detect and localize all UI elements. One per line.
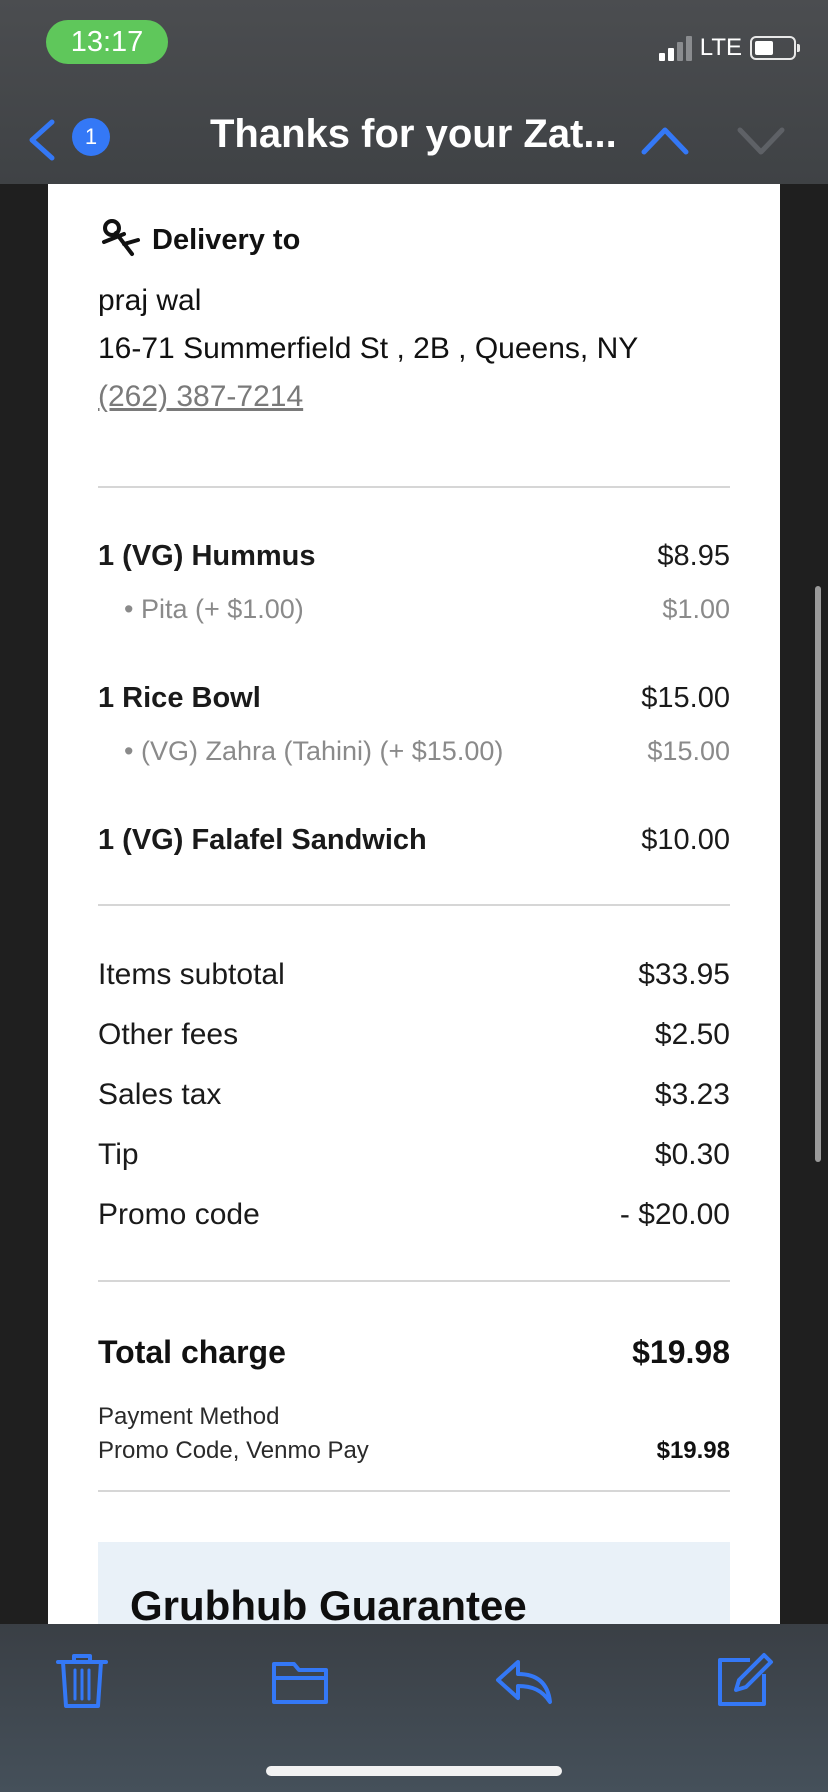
unread-badge: 1 [72,118,110,156]
order-item: 1 (VG) Hummus $8.95 [98,540,730,573]
fee-value: $2.50 [654,1018,730,1051]
divider [98,486,730,488]
total-label: Total charge [98,1334,286,1370]
delivery-pin-icon [102,219,140,256]
next-message-chevron-down-icon[interactable] [736,122,786,158]
divider [98,1490,730,1492]
total-row: Total charge $19.98 [98,1334,730,1371]
grubhub-guarantee-banner: Grubhub Guarantee [98,1542,730,1624]
fee-label: Promo code [98,1198,260,1231]
status-time: 13:17 [46,20,168,64]
signal-icon [658,35,692,61]
item-name: 1 Rice Bowl [98,682,261,714]
divider [98,1280,730,1282]
home-indicator[interactable] [266,1766,562,1776]
item-price: $10.00 [641,824,730,856]
item-price: $8.95 [657,540,730,572]
payment-method-label: Payment Method [98,1403,280,1430]
divider [98,904,730,906]
fee-label: Sales tax [98,1078,222,1111]
fee-row: Promo code - $20.00 [98,1198,730,1232]
payment-row: Promo Code, Venmo Pay $19.98 [98,1434,730,1468]
total-value: $19.98 [632,1334,730,1370]
delivery-heading-text: Delivery to [152,223,301,256]
item-modifier: • Pita (+ $1.00) $1.00 [98,594,730,625]
fee-value: - $20.00 [619,1198,730,1231]
battery-icon [750,36,800,60]
fee-value: $33.95 [638,958,730,991]
recipient-name: praj wal [98,284,202,317]
order-item: 1 Rice Bowl $15.00 [98,682,730,715]
payment-amount: $19.98 [656,1437,730,1464]
guarantee-title: Grubhub Guarantee [130,1582,527,1624]
network-label: LTE [699,34,742,61]
email-body: Delivery to praj wal 16-71 Summerfield S… [48,184,780,1624]
folder-icon[interactable] [268,1650,332,1710]
scrollbar[interactable] [815,586,821,1162]
delivery-heading: Delivery to [98,218,730,262]
modifier-name: • Pita (+ $1.00) [124,594,304,624]
email-subject-title: Thanks for your Zat... [210,112,617,156]
delivery-address: 16-71 Summerfield St , 2B , Queens, NY [98,332,639,365]
modifier-name: • (VG) Zahra (Tahini) (+ $15.00) [124,736,504,766]
payment-methods: Promo Code, Venmo Pay [98,1437,369,1464]
modifier-price: $1.00 [662,594,730,624]
item-modifier: • (VG) Zahra (Tahini) (+ $15.00) $15.00 [98,736,730,767]
item-price: $15.00 [641,682,730,714]
phone-link[interactable]: (262) 387-7214 [98,380,730,414]
modifier-price: $15.00 [647,736,730,766]
fee-label: Other fees [98,1018,239,1051]
fee-value: $3.23 [654,1078,730,1111]
fee-value: $0.30 [654,1138,730,1171]
previous-message-chevron-up-icon[interactable] [640,122,690,158]
fee-row: Sales tax $3.23 [98,1078,730,1112]
trash-icon[interactable] [50,1650,114,1710]
fee-label: Tip [98,1138,139,1171]
back-chevron-icon[interactable] [22,118,62,162]
fee-label: Items subtotal [98,958,285,991]
order-item: 1 (VG) Falafel Sandwich $10.00 [98,824,730,857]
status-indicators: LTE [658,34,800,62]
fee-row: Items subtotal $33.95 [98,958,730,992]
compose-icon[interactable] [712,1650,776,1710]
item-name: 1 (VG) Falafel Sandwich [98,824,427,856]
fee-row: Tip $0.30 [98,1138,730,1172]
item-name: 1 (VG) Hummus [98,540,316,572]
reply-icon[interactable] [492,1650,556,1710]
fee-row: Other fees $2.50 [98,1018,730,1052]
